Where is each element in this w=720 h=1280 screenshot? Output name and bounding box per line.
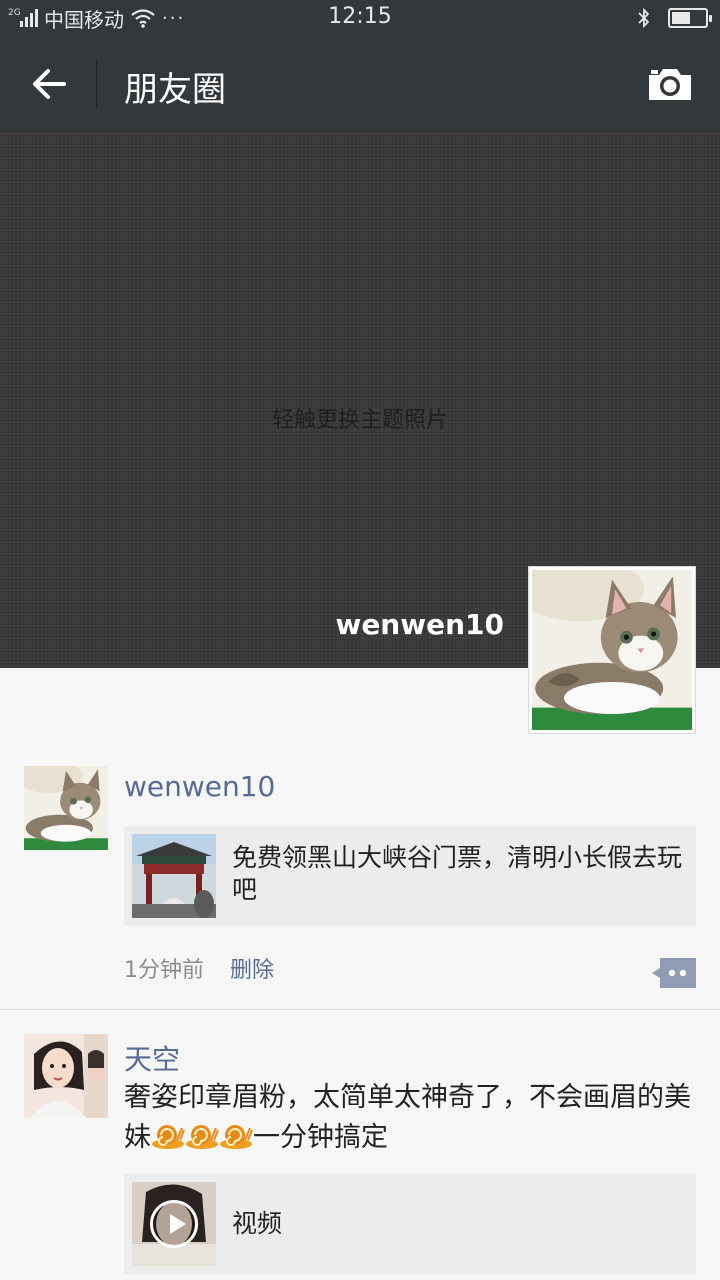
post-avatar[interactable] <box>24 1034 108 1118</box>
camera-icon <box>649 69 691 100</box>
post-author-name[interactable]: wenwen10 <box>124 770 275 803</box>
snail-icon <box>186 1125 219 1149</box>
post-avatar[interactable] <box>24 766 108 850</box>
post-text-tail: 一分钟搞定 <box>253 1122 388 1153</box>
profile-avatar[interactable] <box>528 566 696 734</box>
shared-link-card[interactable]: 免费领黑山大峡谷门票，清明小长假去玩吧 <box>124 826 696 926</box>
battery-icon <box>668 8 712 28</box>
status-time: 12:15 <box>328 4 392 29</box>
moment-post: wenwen10 免费领黑山大峡谷门票，清明小长假去玩吧 1分钟前 删除 <box>0 766 720 1010</box>
bluetooth-icon <box>638 7 650 29</box>
status-bar: 2G 中国移动 ··· 12:15 <box>0 0 720 36</box>
post-author-name[interactable]: 天空 <box>124 1038 180 1078</box>
link-thumbnail <box>132 834 216 918</box>
comment-icon[interactable] <box>652 958 696 988</box>
header-divider <box>96 60 97 108</box>
link-title: 免费领黑山大峡谷门票，清明小长假去玩吧 <box>232 843 683 904</box>
snail-icon <box>220 1125 253 1149</box>
back-button[interactable] <box>20 56 78 112</box>
video-title: 视频 <box>232 1209 283 1238</box>
play-icon[interactable] <box>150 1200 198 1248</box>
video-thumbnail <box>132 1182 216 1266</box>
girl-photo <box>24 1034 108 1118</box>
cat-image <box>24 766 108 850</box>
page-title: 朋友圈 <box>124 70 226 110</box>
shared-video-card[interactable]: 视频 <box>124 1174 696 1274</box>
action-bar: 朋友圈 <box>0 36 720 132</box>
cover-hint-text: 轻触更换主题照片 <box>271 408 448 433</box>
arrow-left-icon <box>33 69 66 99</box>
cat-image <box>532 570 692 730</box>
post-text: 奢姿印章眉粉，太简单太神奇了，不会画眉的美妹 一分钟搞定 <box>124 1078 704 1158</box>
moment-post: 天空 奢姿印章眉粉，太简单太神奇了，不会画眉的美妹 一分钟搞定 视频 <box>0 1034 720 1280</box>
snail-icon <box>152 1125 185 1149</box>
profile-user-name: wenwen10 <box>335 608 504 641</box>
camera-button[interactable] <box>642 60 698 108</box>
post-time: 1分钟前 <box>124 958 204 983</box>
post-divider <box>0 1009 720 1010</box>
gate-image <box>132 834 216 918</box>
delete-link[interactable]: 删除 <box>230 952 274 984</box>
